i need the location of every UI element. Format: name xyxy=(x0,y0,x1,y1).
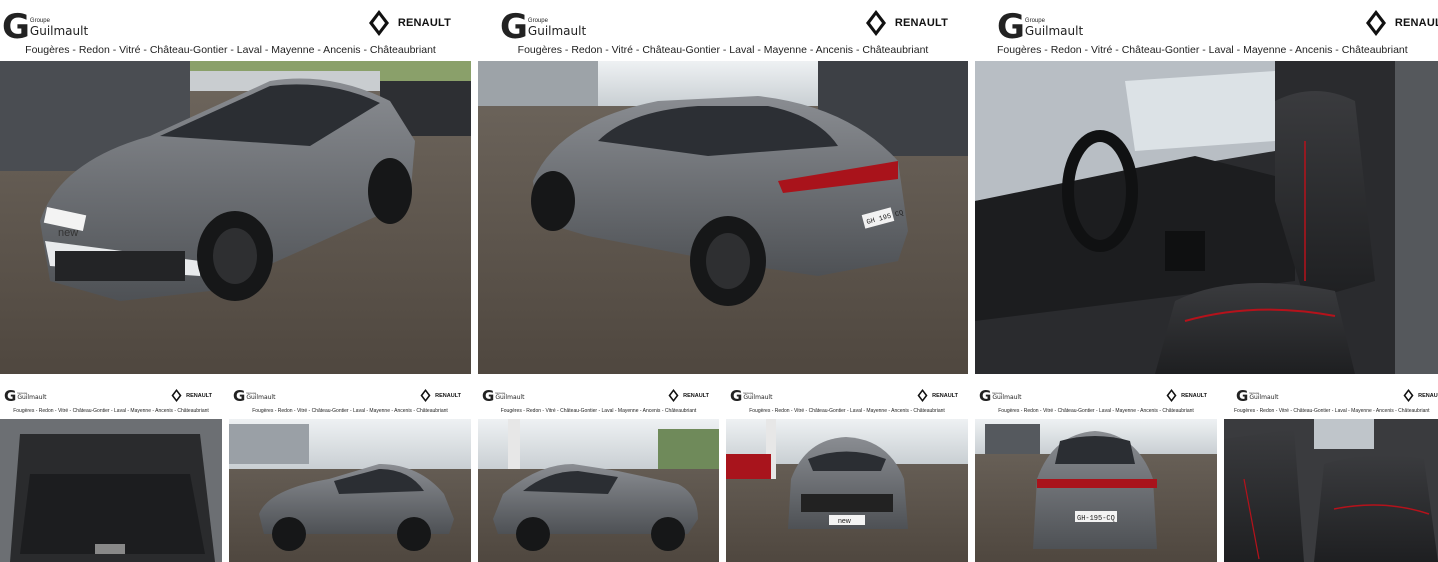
guilmault-g-icon: G xyxy=(500,7,528,47)
group-name: Guilmault xyxy=(1024,23,1084,38)
dealer-locations: Fougères - Redon - Vitré - Château-Gonti… xyxy=(13,408,209,414)
renault-logo: RENAULT xyxy=(1403,388,1438,403)
guilmault-g-icon: G xyxy=(233,387,245,405)
guilmault-logo: G Groupe Guilmault xyxy=(4,389,46,404)
gallery-photo-7[interactable]: G Groupe Guilmault RENAULT Fougères - Redo… xyxy=(726,381,968,562)
dealer-locations: Fougères - Redon - Vitré - Château-Gonti… xyxy=(252,408,448,414)
renault-diamond-icon xyxy=(1166,389,1177,402)
front-badge: new xyxy=(838,518,852,525)
renault-logo: RENAULT xyxy=(1365,9,1438,37)
dealer-header: G GroupeGuilmault RENAULT Fougères - Red… xyxy=(478,0,968,61)
guilmault-g-icon: G xyxy=(1236,387,1248,405)
dealer-locations: Fougères - Redon - Vitré - Château-Gonti… xyxy=(500,408,697,414)
car-photo xyxy=(229,419,471,562)
guilmault-g-icon: G xyxy=(2,7,30,47)
gallery-photo-5[interactable]: G Groupe Guilmault RENAULT Fougères - Redo… xyxy=(229,381,471,562)
guilmault-logo: G Groupe Guilmault xyxy=(2,10,88,44)
guilmault-g-icon: G xyxy=(4,387,16,405)
brand-name: RENAULT xyxy=(186,392,212,399)
dealer-header: G GroupeGuilmault RENAULT Fougères - Red… xyxy=(975,0,1438,61)
renault-logo: RENAULT xyxy=(368,9,451,37)
hood-badge: new xyxy=(58,227,78,239)
dealer-locations: Fougères - Redon - Vitré - Château-Gonti… xyxy=(25,44,436,56)
brand-name: RENAULT xyxy=(1418,392,1438,399)
dealer-locations: Fougères - Redon - Vitré - Château-Gonti… xyxy=(1234,408,1430,414)
dealer-header: GGroupeGuilmault RENAULT Fougères - Redo… xyxy=(1224,381,1438,419)
dealer-header: G GroupeGuilmault RENAULT Fougères - Red… xyxy=(0,0,471,61)
car-photo: GH-195-CQ xyxy=(975,419,1217,562)
dealer-header: GGroupeGuilmault RENAULT Fougères - Redo… xyxy=(0,381,222,419)
gallery-photo-9[interactable]: GGroupeGuilmault RENAULT Fougères - Redo… xyxy=(1224,381,1438,562)
guilmault-g-icon: G xyxy=(482,387,494,405)
renault-diamond-icon xyxy=(917,389,928,402)
dealer-locations: Fougères - Redon - Vitré - Château-Gonti… xyxy=(517,44,929,56)
renault-logo: RENAULT xyxy=(171,388,212,403)
guilmault-logo: G Groupe Guilmault xyxy=(1236,389,1278,404)
car-photo: GH 195 CQ xyxy=(478,61,968,374)
guilmault-logo: G Groupe Guilmault xyxy=(979,389,1021,404)
renault-diamond-icon xyxy=(368,10,389,36)
dealer-header: GGroupeGuilmault RENAULT Fougères - Redo… xyxy=(478,381,719,419)
group-name: Guilmault xyxy=(527,23,587,38)
gallery-photo-6[interactable]: G Groupe Guilmault RENAULT Fougères - Redo… xyxy=(478,381,719,562)
brand-name: RENAULT xyxy=(894,17,948,29)
group-name: Guilmault xyxy=(743,394,773,401)
brand-name: RENAULT xyxy=(435,392,461,399)
guilmault-g-icon: G xyxy=(730,387,742,405)
renault-diamond-icon xyxy=(1365,10,1386,36)
gallery-photo-8[interactable]: G Groupe Guilmault RENAULT Fougères - Redo… xyxy=(975,381,1217,562)
dealer-locations: Fougères - Redon - Vitré - Château-Gonti… xyxy=(749,408,945,414)
brand-name: RENAULT xyxy=(1394,17,1438,29)
renault-diamond-icon xyxy=(1403,389,1414,402)
group-name: Guilmault xyxy=(992,394,1022,401)
guilmault-logo: G Groupe Guilmault xyxy=(997,10,1083,44)
guilmault-logo: G Groupe Guilmault xyxy=(730,389,772,404)
renault-diamond-icon xyxy=(171,389,182,402)
car-photo xyxy=(0,419,222,562)
dealer-header: GGroupeGuilmault RENAULT Fougères - Redo… xyxy=(975,381,1217,419)
dealer-header: GGroupeGuilmault RENAULT Fougères - Redo… xyxy=(726,381,968,419)
guilmault-logo: G Groupe Guilmault xyxy=(233,389,275,404)
car-photo xyxy=(1224,419,1438,562)
group-name: Guilmault xyxy=(495,394,525,401)
car-photo xyxy=(478,419,719,562)
group-name: Guilmault xyxy=(17,394,47,401)
renault-diamond-icon xyxy=(420,389,431,402)
gallery-photo-3[interactable]: G GroupeGuilmault RENAULT Fougères - Red… xyxy=(975,0,1438,374)
brand-name: RENAULT xyxy=(932,392,958,399)
guilmault-g-icon: G xyxy=(997,7,1025,47)
gallery-photo-1[interactable]: G Groupe Guilmault RENAULT Fougères - Red… xyxy=(0,0,471,374)
group-name: Guilmault xyxy=(1249,394,1279,401)
brand-name: RENAULT xyxy=(683,392,709,399)
group-name: Guilmault xyxy=(29,23,89,38)
guilmault-logo: G Groupe Guilmault xyxy=(482,389,524,404)
dealer-header: GGroupeGuilmault RENAULT Fougères - Redo… xyxy=(229,381,471,419)
group-name: Guilmault xyxy=(246,394,276,401)
car-photo: new xyxy=(726,419,968,562)
gallery-photo-4[interactable]: G Groupe Guilmault RENAULT Fougères - Redo… xyxy=(0,381,222,562)
renault-diamond-icon xyxy=(668,389,679,402)
car-photo: new xyxy=(0,61,471,374)
renault-logo: RENAULT xyxy=(1166,388,1207,403)
gallery-photo-2[interactable]: G Groupe Guilmault RENAULT Fougères - Red… xyxy=(478,0,968,374)
renault-logo: RENAULT xyxy=(668,388,709,403)
guilmault-g-icon: G xyxy=(979,387,991,405)
brand-name: RENAULT xyxy=(397,17,451,29)
renault-logo: RENAULT xyxy=(917,388,958,403)
rear-plate: GH-195-CQ xyxy=(1077,515,1115,523)
car-photo xyxy=(975,61,1438,374)
renault-logo: RENAULT xyxy=(420,388,461,403)
dealer-locations: Fougères - Redon - Vitré - Château-Gonti… xyxy=(997,44,1408,56)
dealer-locations: Fougères - Redon - Vitré - Château-Gonti… xyxy=(998,408,1194,414)
guilmault-logo: G Groupe Guilmault xyxy=(500,10,586,44)
brand-name: RENAULT xyxy=(1181,392,1207,399)
renault-logo: RENAULT xyxy=(865,9,948,37)
renault-diamond-icon xyxy=(865,10,886,36)
